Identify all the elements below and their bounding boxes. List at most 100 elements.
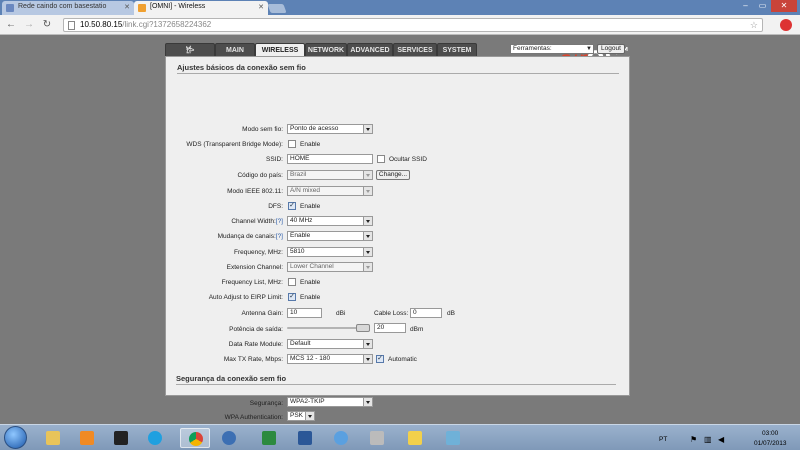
forward-icon[interactable]: → (22, 18, 36, 32)
hide-ssid-checkbox[interactable] (377, 155, 385, 163)
frequency-value: 5810 (290, 248, 305, 255)
browser-tab-inactive[interactable]: Rede caindo com basestatio ✕ (2, 1, 134, 15)
frequency-list-label: Frequency List, MHz: (221, 279, 283, 286)
auto-eirp-label: Auto Adjust to EIRP Limit: (208, 294, 283, 301)
help-link[interactable]: [?] (276, 233, 283, 240)
ssid-input[interactable]: HOME (287, 154, 373, 164)
opera-menu-icon[interactable] (780, 19, 792, 31)
rss-favicon-icon (138, 4, 146, 12)
frequency-select[interactable]: 5810 (287, 247, 373, 257)
url-host: 10.50.80.15 (80, 20, 123, 29)
excel-icon[interactable] (254, 428, 284, 448)
bookmark-star-icon[interactable]: ☆ (750, 19, 758, 31)
tools-select[interactable]: Ferramentas: ▼ (510, 44, 594, 54)
tab-system[interactable]: SYSTEM (437, 43, 477, 56)
wpa-auth-label: WPA Authentication: (224, 414, 283, 421)
back-icon[interactable]: ← (4, 18, 18, 32)
start-button-icon[interactable] (4, 426, 27, 449)
channel-width-label: Channel Width:[?] (83, 218, 283, 225)
chevron-down-icon (363, 398, 372, 406)
close-window-icon[interactable]: ✕ (771, 0, 797, 12)
channel-width-select[interactable]: 40 MHz (287, 216, 373, 226)
wds-checkbox[interactable] (288, 140, 296, 148)
country-select[interactable]: Brazil (287, 170, 373, 180)
new-tab-button[interactable] (267, 4, 287, 13)
chevron-down-icon (363, 355, 372, 363)
security-value: WPA2-TKIP (290, 398, 325, 405)
divider (176, 384, 616, 385)
output-power-input[interactable]: 20 (374, 323, 406, 333)
cable-loss-input[interactable]: 0 (410, 308, 442, 318)
logout-button[interactable]: Logout (597, 44, 625, 54)
wpa-auth-value: PSK (290, 412, 304, 419)
wpa-auth-select[interactable]: PSK (287, 411, 315, 421)
scanner-icon[interactable] (362, 428, 392, 448)
tab-wireless[interactable]: WIRELESS (255, 43, 305, 56)
close-tab-icon[interactable]: ✕ (124, 3, 130, 11)
ieee-mode-select[interactable]: A/N mixed (287, 186, 373, 196)
language-indicator[interactable]: PT (659, 436, 667, 443)
channel-width-text: Channel Width: (231, 218, 276, 225)
extension-channel-value: Lower Channel (290, 263, 334, 270)
channel-shifting-text: Mudança de canais: (217, 233, 276, 240)
extension-channel-select[interactable]: Lower Channel (287, 262, 373, 272)
ieee-mode-value: A/N mixed (290, 187, 320, 194)
chevron-down-icon (363, 125, 372, 133)
wds-option: Enable (300, 141, 321, 148)
tray-volume-icon[interactable]: ◀ (718, 435, 724, 444)
clock-time[interactable]: 03:00 (762, 430, 778, 437)
max-tx-automatic-checkbox[interactable]: ✓ (376, 355, 384, 363)
terminal-icon[interactable] (106, 428, 136, 448)
itunes-icon[interactable] (326, 428, 356, 448)
explorer-icon[interactable] (38, 428, 68, 448)
wireless-mode-select[interactable]: Ponto de acesso (287, 124, 373, 134)
maximize-icon[interactable]: ▭ (754, 0, 771, 12)
security-select[interactable]: WPA2-TKIP (287, 397, 373, 407)
max-tx-rate-select[interactable]: MCS 12 - 180 (287, 354, 373, 364)
extension-channel-label: Extension Channel: (226, 264, 283, 271)
browser-toolbar: ← → ↻ 10.50.80.15/link.cgi?1372658224362… (0, 15, 800, 35)
ubnt-logo-tab[interactable]: 𐂂 (165, 43, 215, 56)
browser-tab-active[interactable]: [OMNI] - Wireless ✕ (134, 1, 268, 15)
change-country-button[interactable]: Change... (376, 170, 410, 180)
tab-network[interactable]: NETWORK (305, 43, 347, 56)
data-rate-module-select[interactable]: Default (287, 339, 373, 349)
address-bar[interactable]: 10.50.80.15/link.cgi?1372658224362 ☆ (63, 18, 763, 32)
browser-tab-title: Rede caindo com basestatio (18, 3, 107, 10)
tray-flag-icon[interactable]: ⚑ (690, 435, 697, 444)
skype-icon[interactable] (140, 428, 170, 448)
winbox-icon[interactable] (214, 428, 244, 448)
minimize-icon[interactable]: – (737, 0, 754, 12)
channel-shifting-label: Mudança de canais:[?] (83, 233, 283, 240)
antenna-gain-input[interactable]: 10 (287, 308, 322, 318)
tab-main[interactable]: MAIN (215, 43, 255, 56)
slider-thumb[interactable] (356, 324, 370, 332)
windows-taskbar: PT ⚑ ▥ ◀ 03:00 01/07/2013 (0, 424, 800, 450)
security-section-title: Segurança da conexão sem fio (176, 374, 287, 383)
auto-eirp-checkbox[interactable]: ✓ (288, 293, 296, 301)
country-label: Código do país: (237, 172, 283, 179)
tab-services[interactable]: SERVICES (393, 43, 437, 56)
antenna-gain-unit: dBi (336, 310, 346, 317)
chevron-down-icon (305, 412, 314, 420)
tab-advanced[interactable]: ADVANCED (347, 43, 393, 56)
reload-icon[interactable]: ↻ (40, 18, 54, 32)
output-power-slider[interactable] (287, 324, 370, 332)
notes-icon[interactable] (400, 428, 430, 448)
close-tab-icon[interactable]: ✕ (258, 3, 264, 11)
output-power-unit: dBm (410, 326, 424, 333)
dfs-label: DFS: (268, 203, 283, 210)
app-icon[interactable] (438, 428, 468, 448)
frequency-list-checkbox[interactable] (288, 278, 296, 286)
clock-date[interactable]: 01/07/2013 (754, 440, 787, 447)
tray-network-icon[interactable]: ▥ (704, 435, 712, 444)
page-icon (68, 21, 75, 30)
dfs-checkbox[interactable]: ✓ (288, 202, 296, 210)
max-tx-rate-value: MCS 12 - 180 (290, 355, 331, 362)
channel-shifting-select[interactable]: Enable (287, 231, 373, 241)
tools-select-label: Ferramentas: (513, 45, 552, 52)
help-link[interactable]: [?] (276, 218, 283, 225)
word-icon[interactable] (290, 428, 320, 448)
media-player-icon[interactable] (72, 428, 102, 448)
chrome-icon[interactable] (180, 428, 210, 448)
